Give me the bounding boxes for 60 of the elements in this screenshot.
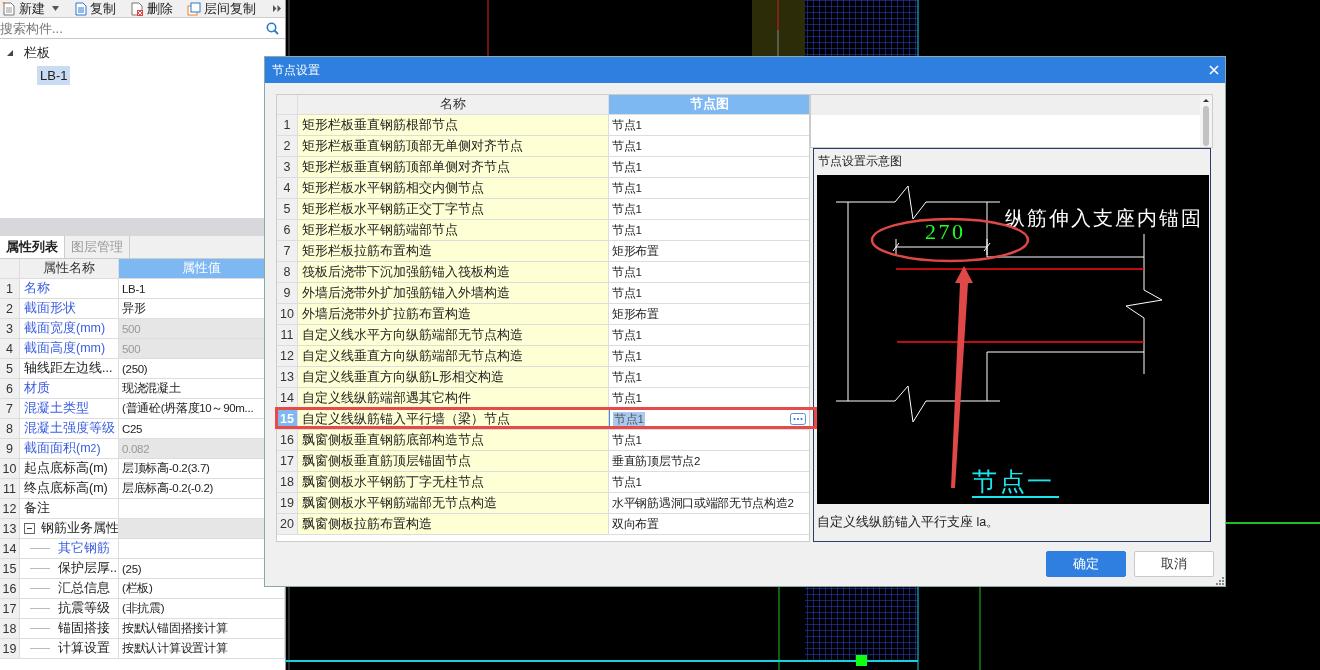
property-name: 轴线距左边线... <box>20 359 119 378</box>
row-number: 16 <box>0 579 20 598</box>
row-number: 14 <box>0 539 20 558</box>
row-number: 1 <box>0 279 20 298</box>
property-name: 计算设置 <box>58 640 110 657</box>
table-cell: 外墙后浇带外扩拉筋布置构造 <box>298 304 609 324</box>
table-cell: 筏板后浇带下沉加强筋锚入筏板构造 <box>298 262 609 282</box>
row-number: 15 <box>0 559 20 578</box>
property-name: 终点底标高(m) <box>20 479 119 498</box>
row-number: 2 <box>0 299 20 318</box>
table-cell: 外墙后浇带外扩加强筋锚入外墙构造 <box>298 283 609 303</box>
row-number: 4 <box>0 339 20 358</box>
window-title: 节点设置 <box>272 61 320 79</box>
table-cell: 飘窗侧板水平钢筋端部无节点构造 <box>298 493 609 513</box>
row-number: 8 <box>0 419 20 438</box>
property-name: 截面形状 <box>20 299 119 318</box>
table-cell: 飘窗侧板垂直钢筋底部构造节点 <box>298 430 609 450</box>
table-cell: 矩形栏板垂直钢筋顶部无单侧对齐节点 <box>298 136 609 156</box>
property-name: 材质 <box>20 379 119 398</box>
row-number: 9 <box>0 439 20 458</box>
property-name: 抗震等级 <box>58 600 110 617</box>
node-label: 节点一 <box>971 467 1060 498</box>
property-name: 混凝土类型 <box>20 399 119 418</box>
panel-title: 节点设置示意图 <box>817 153 903 170</box>
table-cell: 矩形栏板拉筋布置构造 <box>298 241 609 261</box>
table-cell: 矩形栏板垂直钢筋根部节点 <box>298 115 609 135</box>
property-name: 锚固搭接 <box>58 620 110 637</box>
row-number: 12 <box>0 499 20 518</box>
table-cell: 矩形栏板水平钢筋正交丁字节点 <box>298 199 609 219</box>
row-number: 19 <box>0 639 20 658</box>
row-number: 17 <box>0 599 20 618</box>
table-cell: 矩形栏板水平钢筋相交内侧节点 <box>298 178 609 198</box>
row-number: 18 <box>0 619 20 638</box>
row-number: 10 <box>0 459 20 478</box>
property-name: 混凝土强度等级 <box>20 419 119 438</box>
property-name: 钢筋业务属性 <box>41 520 118 537</box>
caption-text: 自定义线纵筋锚入平行支座 la。 <box>816 514 1001 531</box>
row-number: 7 <box>0 399 20 418</box>
table-cell: 飘窗侧板水平钢筋丁字无柱节点 <box>298 472 609 492</box>
property-name: 起点底标高(m) <box>20 459 119 478</box>
table-cell: 矩形栏板垂直钢筋顶部单侧对齐节点 <box>298 157 609 177</box>
table-cell: 矩形栏板水平钢筋端部节点 <box>298 220 609 240</box>
property-name: 保护层厚... <box>58 560 118 577</box>
dimension-label: 270 <box>925 219 963 244</box>
row-number: 11 <box>0 479 20 498</box>
property-name: 汇总信息 <box>58 580 110 597</box>
row-number: 6 <box>0 379 20 398</box>
table-cell: 自定义线垂直方向纵筋端部无节点构造 <box>298 346 609 366</box>
row-number: 5 <box>0 359 20 378</box>
table-cell: 自定义线垂直方向纵筋L形相交构造 <box>298 367 609 387</box>
table-cell: 自定义线水平方向纵筋端部无节点构造 <box>298 325 609 345</box>
table-cell: 飘窗侧板拉筋布置构造 <box>298 514 609 534</box>
row-number: 13 <box>0 519 20 538</box>
property-name: 名称 <box>20 279 119 298</box>
property-name: 其它钢筋 <box>58 540 110 557</box>
table-cell: 自定义线纵筋端部遇其它构件 <box>298 388 609 408</box>
diagram-note: 纵筋伸入支座内锚固 <box>1005 207 1201 229</box>
row-number: 3 <box>0 319 20 338</box>
table-cell: 飘窗侧板垂直筋顶层锚固节点 <box>298 451 609 471</box>
property-name: 备注 <box>20 499 119 518</box>
